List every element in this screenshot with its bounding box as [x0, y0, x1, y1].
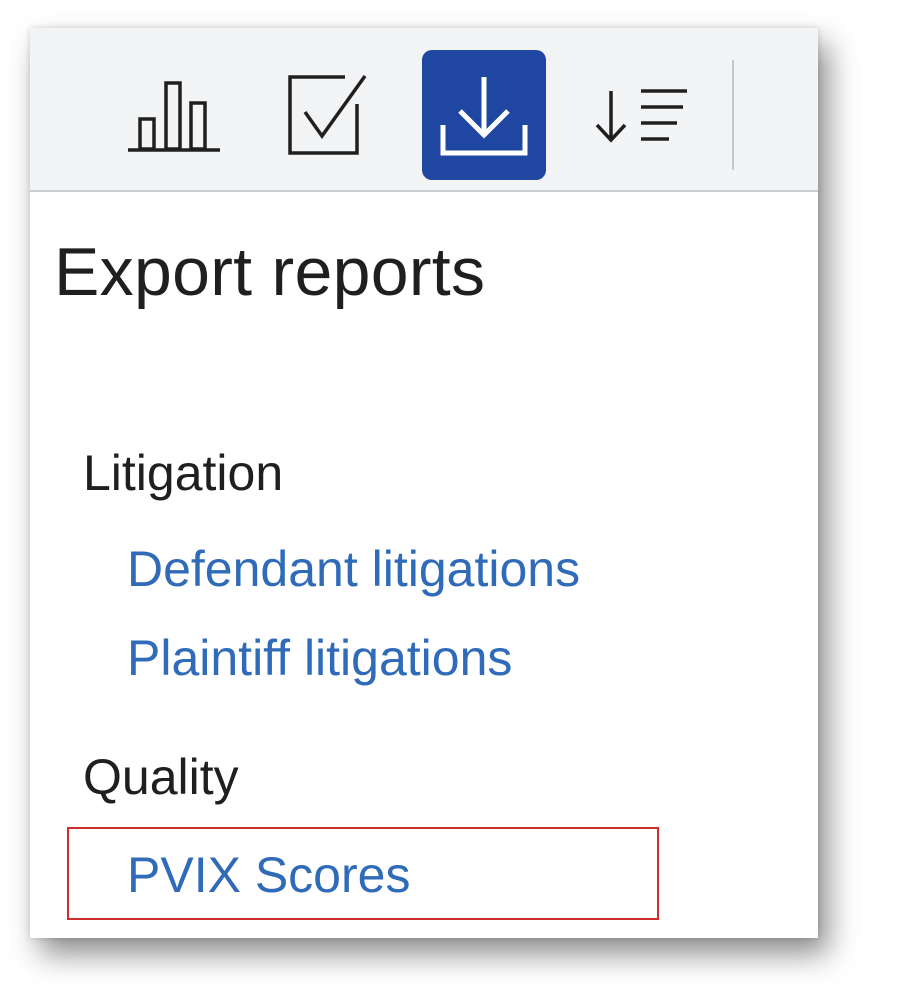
highlight-box — [67, 827, 659, 920]
bar-chart-button[interactable] — [112, 50, 236, 180]
checkbox-icon — [287, 74, 369, 156]
sort-descending-icon — [593, 85, 687, 145]
bar-chart-icon — [128, 77, 220, 153]
export-panel: Export reports Litigation Defendant liti… — [30, 28, 818, 938]
toolbar — [30, 28, 818, 192]
report-link-defendant-litigations[interactable]: Defendant litigations — [127, 540, 580, 598]
sort-button[interactable] — [578, 50, 702, 180]
toolbar-divider — [732, 60, 734, 170]
section-heading-litigation: Litigation — [83, 445, 284, 501]
panel-title: Export reports — [54, 234, 486, 310]
download-icon — [438, 73, 530, 157]
report-link-plaintiff-litigations[interactable]: Plaintiff litigations — [127, 629, 512, 687]
section-heading-quality: Quality — [83, 749, 239, 805]
export-button[interactable] — [422, 50, 546, 180]
checklist-button[interactable] — [266, 50, 390, 180]
